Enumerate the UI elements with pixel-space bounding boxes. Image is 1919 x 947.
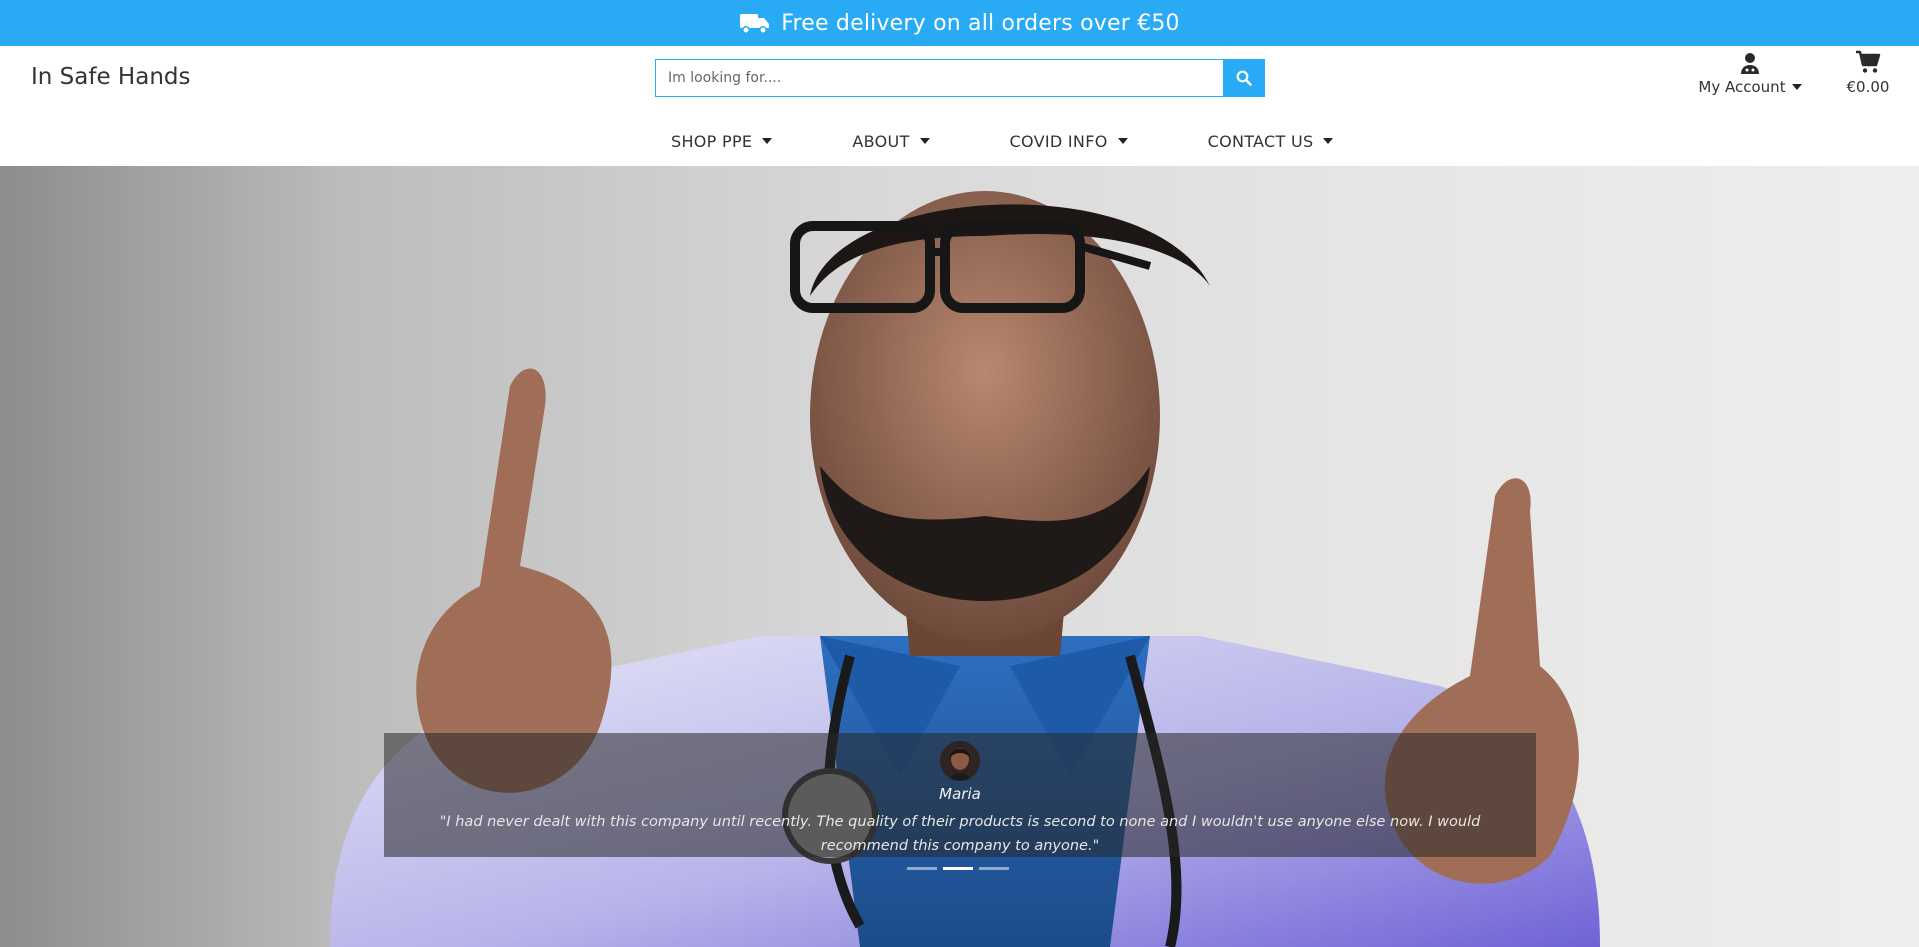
nav-shop-ppe[interactable]: SHOP PPE [656, 131, 773, 151]
carousel-indicator-2[interactable] [943, 867, 973, 870]
my-account-label: My Account [1698, 78, 1786, 96]
cart-link[interactable]: €0.00 [1838, 50, 1898, 96]
carousel-indicator-1[interactable] [907, 867, 937, 870]
my-account-dropdown[interactable]: My Account [1690, 52, 1810, 96]
nav-contact-us[interactable]: CONTACT US [1192, 132, 1334, 151]
testimonial-caption: Maria "I had never dealt with this compa… [384, 733, 1536, 857]
nav-covid-info[interactable]: COVID INFO [994, 132, 1128, 151]
main-nav: SHOP PPE ABOUT COVID INFO CONTACT US [656, 126, 1334, 156]
nav-item-label: SHOP PPE [671, 131, 753, 151]
shopping-cart-icon [1856, 50, 1881, 73]
search-input[interactable] [656, 60, 1223, 96]
nav-item-label: COVID INFO [1009, 131, 1108, 151]
delivery-banner: Free delivery on all orders over €50 [0, 0, 1919, 46]
nav-about[interactable]: ABOUT [836, 131, 930, 151]
hero-carousel: Maria "I had never dealt with this compa… [0, 166, 1919, 947]
caret-down-icon [1323, 138, 1334, 144]
caret-down-icon [1117, 138, 1128, 144]
delivery-banner-text: Free delivery on all orders over €50 [781, 10, 1180, 36]
doctor-user-icon [1741, 53, 1759, 74]
carousel-indicators [907, 867, 1009, 870]
caret-down-icon [1791, 84, 1802, 90]
search-form [655, 59, 1265, 97]
site-header: In Safe Hands My Account €0.00 [0, 46, 1919, 166]
nav-item-label: ABOUT [852, 131, 910, 151]
caret-down-icon [762, 138, 773, 144]
testimonial-avatar [940, 741, 980, 781]
search-button[interactable] [1223, 60, 1264, 96]
caret-down-icon [919, 138, 930, 144]
truck-icon [740, 14, 770, 34]
search-icon [1236, 70, 1252, 86]
testimonial-quote: "I had never dealt with this company unt… [439, 814, 1481, 854]
testimonial-name: Maria [939, 785, 981, 803]
brand-logo[interactable]: In Safe Hands [31, 64, 190, 90]
carousel-indicator-3[interactable] [979, 867, 1009, 870]
nav-item-label: CONTACT US [1207, 131, 1314, 151]
cart-total: €0.00 [1846, 78, 1890, 96]
